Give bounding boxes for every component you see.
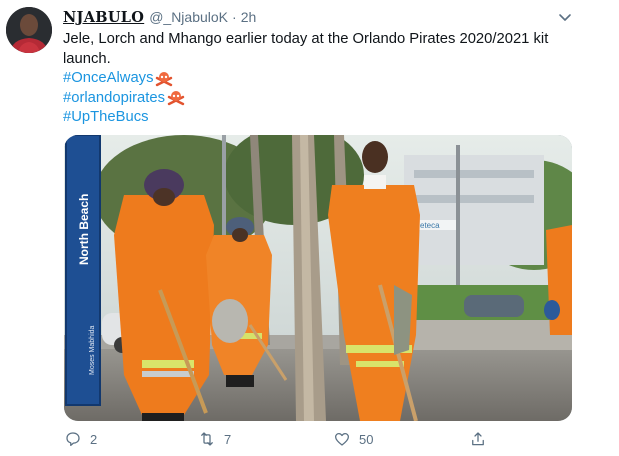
retweet-icon xyxy=(201,432,213,446)
user-handle[interactable]: @_NjabuloK xyxy=(149,9,228,25)
tweet-text-line: launch. xyxy=(63,50,111,67)
building-sign-text: eteca xyxy=(420,221,440,230)
tweet-text: Jele, Lorch and Mhango earlier today at … xyxy=(63,30,573,128)
sign-subtitle-text: Moses Mabhida xyxy=(89,325,96,375)
avatar[interactable] xyxy=(6,7,52,53)
tweet-text-line: Jele, Lorch and Mhango earlier today at … xyxy=(63,31,549,47)
hashtag-link[interactable]: #orlandopirates xyxy=(63,89,165,109)
retweet-count: 7 xyxy=(224,431,232,447)
tweet-actions: 2 7 50 xyxy=(64,430,564,450)
hashtag-link[interactable]: #UpTheBucs xyxy=(63,108,149,128)
hashtag-line: #UpTheBucs xyxy=(63,108,573,128)
like-button[interactable]: 50 xyxy=(333,430,373,448)
reply-count: 2 xyxy=(90,431,98,447)
sign-title-text: North Beach xyxy=(77,194,91,265)
retweet-button[interactable]: 7 xyxy=(198,430,231,448)
skull-and-crossbones-icon xyxy=(156,71,173,86)
heart-icon xyxy=(334,432,350,446)
display-name[interactable]: NJABULO xyxy=(63,9,144,26)
share-button[interactable] xyxy=(469,430,487,448)
reply-icon xyxy=(66,432,80,447)
share-icon xyxy=(472,432,484,446)
separator-dot: · xyxy=(232,9,237,25)
tweet-header: NJABULO @_NjabuloK · 2h xyxy=(63,9,256,29)
hashtag-link[interactable]: #OnceAlways xyxy=(63,69,153,89)
tweet-card[interactable]: NJABULO @_NjabuloK · 2h Jele, Lorch and … xyxy=(0,0,619,456)
timestamp[interactable]: 2h xyxy=(241,9,257,25)
chevron-down-icon[interactable] xyxy=(557,9,573,25)
reply-button[interactable]: 2 xyxy=(64,430,97,448)
skull-and-crossbones-icon xyxy=(167,91,185,106)
hashtag-line: #orlandopirates xyxy=(63,89,573,109)
hashtag-line: #OnceAlways xyxy=(63,69,573,89)
like-count: 50 xyxy=(359,431,374,447)
tweet-photo[interactable]: eteca North Beach Moses Mabhida xyxy=(64,135,572,421)
